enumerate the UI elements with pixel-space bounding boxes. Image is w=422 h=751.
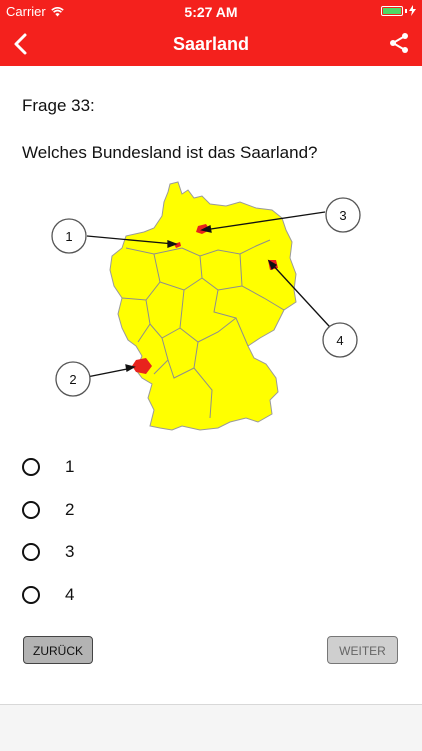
radio-button[interactable] (22, 586, 40, 604)
status-time: 5:27 AM (184, 4, 238, 20)
charging-bolt-icon (409, 5, 416, 16)
radio-button[interactable] (22, 501, 40, 519)
radio-button[interactable] (22, 543, 40, 561)
question-text: Welches Bundesland ist das Saarland? (22, 143, 318, 162)
back-button[interactable]: ZURÜCK (23, 636, 93, 664)
germany-map: 1 2 3 4 (51, 181, 361, 431)
option-label: 2 (65, 500, 75, 519)
nav-bar: Saarland (0, 22, 422, 66)
radio-button[interactable] (22, 458, 40, 476)
share-icon[interactable] (388, 32, 410, 54)
germany-outline (109, 181, 297, 431)
callout-label-1: 1 (65, 229, 72, 244)
answer-option-4[interactable]: 4 (22, 582, 74, 608)
bottom-bar (0, 704, 422, 751)
question-number: Frage 33: (22, 96, 95, 115)
answer-option-1[interactable]: 1 (22, 454, 74, 480)
status-bar: Carrier 5:27 AM (0, 0, 422, 22)
answer-option-3[interactable]: 3 (22, 539, 74, 565)
answer-option-2[interactable]: 2 (22, 497, 74, 523)
option-label: 3 (65, 542, 75, 561)
next-button[interactable]: WEITER (327, 636, 398, 664)
callout-label-4: 4 (336, 333, 343, 348)
battery-icon (381, 5, 416, 16)
option-label: 1 (65, 457, 75, 476)
nav-title: Saarland (172, 34, 250, 54)
callout-label-2: 2 (69, 372, 76, 387)
option-label: 4 (65, 585, 75, 604)
callout-label-3: 3 (339, 208, 346, 223)
